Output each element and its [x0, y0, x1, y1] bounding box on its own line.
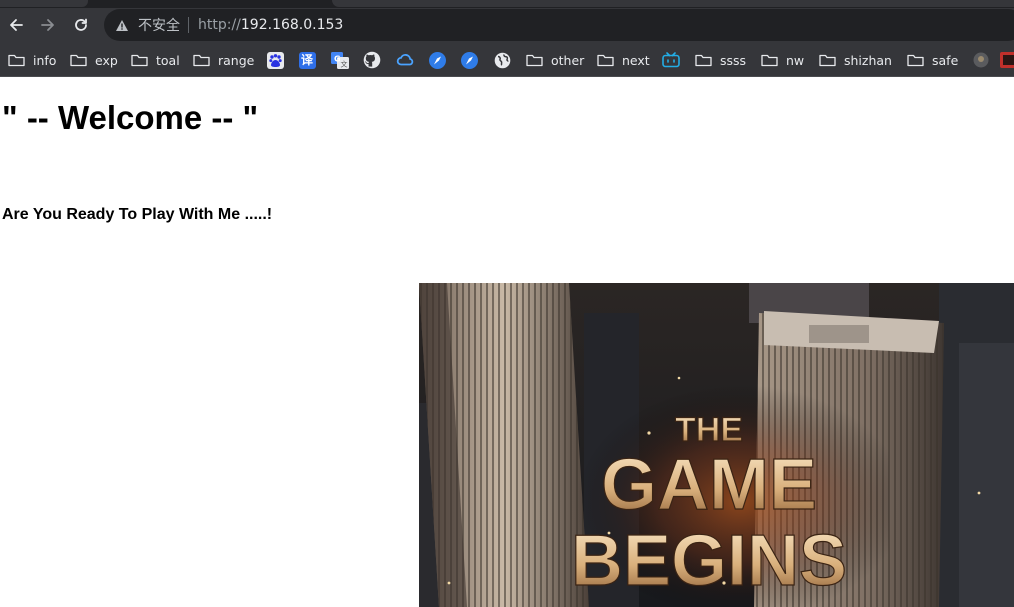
forward-button[interactable] [35, 12, 61, 38]
translate-glyph: 译 [300, 52, 313, 67]
folder-icon [131, 54, 148, 66]
address-separator [188, 17, 189, 33]
bookmark-label: safe [932, 52, 959, 68]
bookmark-partial-1[interactable] [971, 49, 991, 71]
bookmark-label: other [551, 52, 585, 68]
back-arrow-icon [10, 19, 23, 31]
bookmark-folder-info[interactable]: info [8, 49, 56, 71]
bookmark-folder-toal[interactable]: toal [131, 49, 180, 71]
bookmark-baidu[interactable] [265, 49, 285, 71]
bookmark-translate[interactable]: 译 [297, 49, 317, 71]
bookmark-label: info [33, 52, 57, 68]
bookmark-folder-ssss[interactable]: ssss [695, 49, 746, 71]
bookmark-folder-range[interactable]: range [193, 49, 254, 71]
svg-text:文: 文 [341, 59, 348, 68]
bookmark-label: ssss [720, 52, 747, 68]
bookmark-label: next [622, 52, 650, 68]
app-icon-1 [428, 51, 446, 69]
bookmark-folder-other[interactable]: other [526, 49, 584, 71]
bookmark-bilibili[interactable] [661, 49, 681, 71]
city-skyline-image: THE GAME BEGINS [419, 283, 1014, 607]
tab-active[interactable] [332, 0, 1014, 7]
bookmark-cloud[interactable] [395, 49, 415, 71]
banner-line-begins: BEGINS [571, 521, 847, 601]
page-subheading: Are You Ready To Play With Me .....! [2, 206, 273, 223]
bookmark-folder-shizhan[interactable]: shizhan [819, 49, 892, 71]
tab-inactive[interactable] [0, 0, 88, 7]
bookmark-app-1[interactable] [427, 49, 447, 71]
reload-icon [75, 18, 87, 31]
baidu-paw-icon [266, 51, 284, 69]
bookmark-folder-exp[interactable]: exp [70, 49, 118, 71]
bookmark-app-2[interactable] [459, 49, 479, 71]
not-secure-label[interactable]: 不安全 [138, 15, 180, 35]
browser-toolbar: 不安全 http://192.168.0.153 [0, 8, 1014, 44]
github-icon [363, 51, 381, 69]
bookmark-label: exp [95, 52, 118, 68]
bookmark-folder-nw[interactable]: nw [761, 49, 804, 71]
warning-triangle-icon[interactable] [114, 17, 130, 33]
bookmark-label: toal [156, 52, 180, 68]
folder-icon [819, 54, 836, 66]
folder-icon [695, 54, 712, 66]
folder-icon [70, 54, 87, 66]
tab-strip [0, 0, 1014, 8]
banner-line-the: THE [675, 411, 743, 449]
folder-icon [526, 54, 543, 66]
url-scheme: http:// [198, 17, 241, 33]
bookmarks-bar: info exp toal range 译 G 文 other next sss… [0, 44, 1014, 77]
back-button[interactable] [3, 12, 29, 38]
banner-line-game: GAME [601, 445, 817, 525]
bookmark-github[interactable] [362, 49, 382, 71]
bookmark-label: range [218, 52, 255, 68]
folder-icon [907, 54, 924, 66]
bookmark-google-translate[interactable]: G 文 [330, 49, 350, 71]
bilibili-icon [662, 52, 680, 68]
game-begins-banner-image: THE GAME BEGINS [419, 283, 1014, 607]
reload-button[interactable] [68, 12, 94, 38]
bookmark-globe[interactable] [492, 49, 512, 71]
page-heading: " -- Welcome -- " [2, 99, 259, 136]
google-translate-icon: G 文 [331, 51, 349, 69]
cloud-icon [396, 54, 413, 66]
folder-icon [761, 54, 778, 66]
bookmark-label: shizhan [844, 52, 892, 68]
translate-icon: 译 [298, 51, 316, 69]
bookmark-label: nw [786, 52, 805, 68]
folder-icon [8, 54, 25, 66]
page-content: " -- Welcome -- " Are You Ready To Play … [0, 77, 1014, 607]
url-host: 192.168.0.153 [240, 17, 344, 33]
folder-icon [597, 54, 614, 66]
app-icon-2 [460, 51, 478, 69]
bookmark-folder-next[interactable]: next [597, 49, 650, 71]
globe-icon [494, 52, 510, 68]
forward-arrow-icon [41, 19, 54, 31]
bookmark-partial-2[interactable] [1000, 49, 1014, 71]
address-bar[interactable]: 不安全 http://192.168.0.153 [104, 9, 1014, 41]
folder-icon [193, 54, 210, 66]
bookmark-folder-safe[interactable]: safe [907, 49, 958, 71]
app-icon-red [1000, 52, 1014, 68]
avatar-icon [973, 52, 989, 68]
